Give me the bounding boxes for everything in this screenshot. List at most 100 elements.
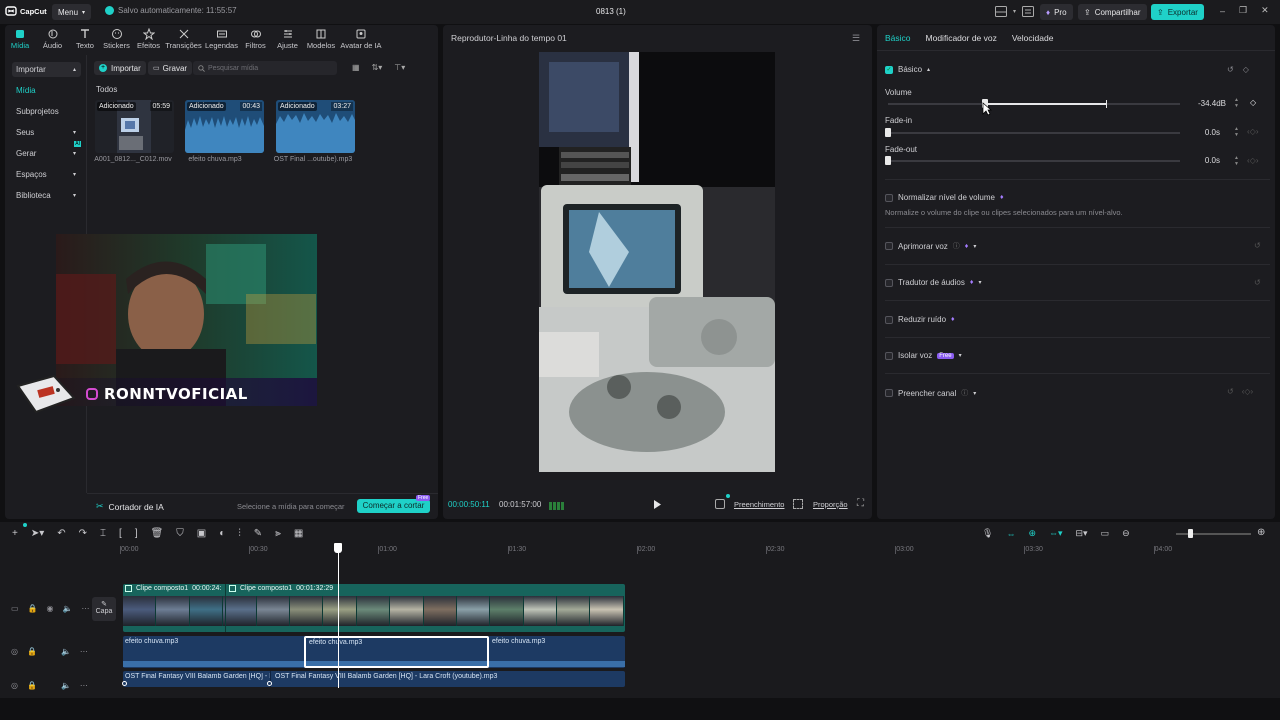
start-cut-button[interactable]: Começar a cortar [357, 499, 430, 513]
fadein-slider-knob[interactable] [885, 128, 891, 137]
keyframe-handle[interactable] [267, 681, 272, 686]
audio-wave-icon[interactable]: ⫸ [275, 528, 281, 539]
layout-icon[interactable] [995, 6, 1007, 17]
fadeout-stepper[interactable]: ▲ ▼ [1233, 155, 1240, 167]
media-item-music[interactable]: Adicionado 03:27 [276, 100, 355, 153]
undo-icon[interactable]: ↶ [57, 528, 65, 539]
fill-button[interactable]: Preenchimento [734, 500, 784, 509]
link-clips-icon[interactable]: ⇔▾ [1049, 528, 1063, 539]
enhance-voice-checkbox[interactable] [885, 242, 893, 250]
mask-icon[interactable]: ◐ [219, 528, 225, 539]
speaker-icon[interactable]: 🔈 [61, 647, 71, 656]
import-button[interactable]: + Importar [94, 61, 146, 75]
split-icon[interactable]: ⌶ [100, 528, 106, 539]
track-audio-icon[interactable]: ◎ [11, 681, 18, 690]
volume-stepper[interactable]: ▲ ▼ [1233, 97, 1240, 109]
captions-icon[interactable]: ▭ [1101, 528, 1110, 539]
timeline-ruler[interactable]: 00:00 00:30 01:00 01:30 02:00 02:30 03:00 03:30… [0, 540, 1280, 558]
tab-voice-changer[interactable]: Modificador de voz [926, 33, 997, 43]
lock-icon[interactable]: 🔒 [28, 604, 38, 613]
filter-icon[interactable]: ⊤▾ [394, 63, 405, 72]
sidebar-item-6[interactable]: Espaços ▾ [12, 167, 81, 182]
speaker-icon[interactable]: 🔈 [61, 681, 71, 690]
keyframe-icon[interactable]: ◇ [1250, 98, 1256, 107]
tab-adjust[interactable]: Ajuste [271, 28, 304, 50]
track-audio-icon[interactable]: ◎ [11, 647, 18, 656]
tab-media[interactable]: Mídia [5, 28, 35, 50]
tab-filters[interactable]: Filtros [240, 28, 271, 50]
crop-icon[interactable] [715, 499, 725, 509]
reset-icon[interactable]: ↺ [1227, 387, 1234, 396]
reset-icon[interactable]: ↺ [1254, 241, 1261, 250]
audio-translator-row[interactable]: Tradutor de áudios ♦ ▾ [885, 278, 981, 287]
add-track-icon[interactable]: + [12, 528, 18, 539]
media-item-audio[interactable]: Adicionado 00:43 [185, 100, 264, 153]
basic-checkbox[interactable]: ✓ [885, 65, 893, 74]
menu-button[interactable]: Menu ▾ [52, 4, 92, 20]
tab-templates[interactable]: Modelos [304, 28, 338, 50]
fadein-value[interactable]: 0.0s [1180, 128, 1220, 137]
close-icon[interactable]: ✕ [1261, 5, 1269, 16]
zoom-in-icon[interactable]: ⊕ [1257, 527, 1265, 538]
reset-icon[interactable]: ↺ [1254, 278, 1261, 287]
tab-basic[interactable]: Básico [885, 33, 911, 43]
keyframe-icon[interactable]: ◇ [1243, 65, 1249, 74]
microphone-icon[interactable]: 🎙 [982, 528, 993, 539]
fadeout-slider[interactable] [888, 160, 1180, 162]
fadeout-value[interactable]: 0.0s [1180, 156, 1220, 165]
tab-captions[interactable]: Legendas [203, 28, 240, 50]
trim-left-icon[interactable]: [ [119, 528, 122, 539]
more-icon[interactable]: ⋯ [80, 647, 88, 656]
tab-effects[interactable]: Efeitos [133, 28, 164, 50]
normalize-row[interactable]: Normalizar nível de volume ♦ [885, 193, 1004, 202]
media-item-video[interactable]: Adicionado 05:59 [95, 100, 174, 153]
tab-ai-avatar[interactable]: Avatar de IA [338, 28, 384, 50]
video-track-clip[interactable]: Clipe composto1 00:00:24: Clipe composto… [123, 584, 625, 632]
cover-button[interactable]: ✎ Capa [92, 597, 116, 621]
auto-reframe-icon[interactable]: ✎ [254, 528, 262, 539]
sidebar-item-7[interactable]: Biblioteca ▾ [12, 188, 81, 203]
chevron-down-icon[interactable]: ▾ [1013, 8, 1016, 15]
fill-channel-row[interactable]: Preencher canal ⓘ ▾ [885, 388, 976, 398]
fadein-stepper[interactable]: ▲ ▼ [1233, 126, 1240, 138]
keyframe-nav-icon[interactable]: ‹◇› [1247, 127, 1258, 136]
normalize-checkbox[interactable] [885, 193, 893, 202]
select-tool-icon[interactable]: ➤▾ [31, 528, 44, 539]
reset-icon[interactable]: ↺ [1227, 65, 1234, 74]
tab-speed[interactable]: Velocidade [1012, 33, 1054, 43]
lock-icon[interactable]: 🔒 [27, 681, 37, 690]
redo-icon[interactable]: ↷ [79, 528, 87, 539]
keyframe-handle[interactable] [122, 681, 127, 686]
screenshot-icon[interactable]: ▦ [294, 528, 303, 539]
audio-track[interactable]: efeito chuva.mp3 efeito chuva.mp3 efeito… [123, 636, 625, 668]
share-button[interactable]: ⇪ Compartilhar [1078, 4, 1147, 20]
sidebar-item-1[interactable]: Importar ▴ [12, 62, 81, 77]
sidebar-item-4[interactable]: Seus ▾ [12, 125, 81, 140]
lock-icon[interactable]: 🔒 [27, 647, 37, 656]
keyframe-nav-icon[interactable]: ‹◇› [1242, 387, 1253, 396]
player-menu-icon[interactable]: ☰ [852, 33, 860, 44]
preview-axis-icon[interactable]: ⊟▾ [1076, 528, 1088, 539]
link-main-icon[interactable]: ⇔ [1006, 529, 1015, 539]
more-icon[interactable]: ⋯ [80, 681, 88, 690]
export-button[interactable]: ⇪ Exportar [1151, 4, 1204, 20]
isolate-voice-checkbox[interactable] [885, 351, 893, 360]
audio-clip-selected[interactable]: efeito chuva.mp3 [304, 636, 489, 668]
beat-icon[interactable]: ⫶ [238, 528, 241, 539]
sort-icon[interactable]: ⇅▾ [372, 63, 383, 72]
delete-icon[interactable]: 🗑 [151, 528, 164, 539]
tab-transitions[interactable]: Transições [164, 28, 203, 50]
zoom-out-icon[interactable]: ⊖ [1122, 528, 1130, 539]
minimize-icon[interactable]: – [1220, 6, 1225, 16]
shield-icon[interactable]: ⛉ [176, 528, 184, 539]
fadein-slider[interactable] [888, 132, 1180, 134]
magnet-icon[interactable]: ⊕ [1028, 528, 1036, 539]
tab-sticker[interactable]: Stickers [100, 28, 133, 50]
trim-right-icon[interactable]: ] [135, 528, 138, 539]
pro-button[interactable]: ♦ Pro [1040, 4, 1073, 20]
reduce-noise-checkbox[interactable] [885, 315, 893, 324]
tab-text[interactable]: Texto [70, 28, 100, 50]
isolate-voice-row[interactable]: Isolar voz Free ▾ [885, 351, 962, 360]
grid-view-icon[interactable]: ▦ [352, 63, 360, 72]
tab-audio[interactable]: Áudio [35, 28, 70, 50]
